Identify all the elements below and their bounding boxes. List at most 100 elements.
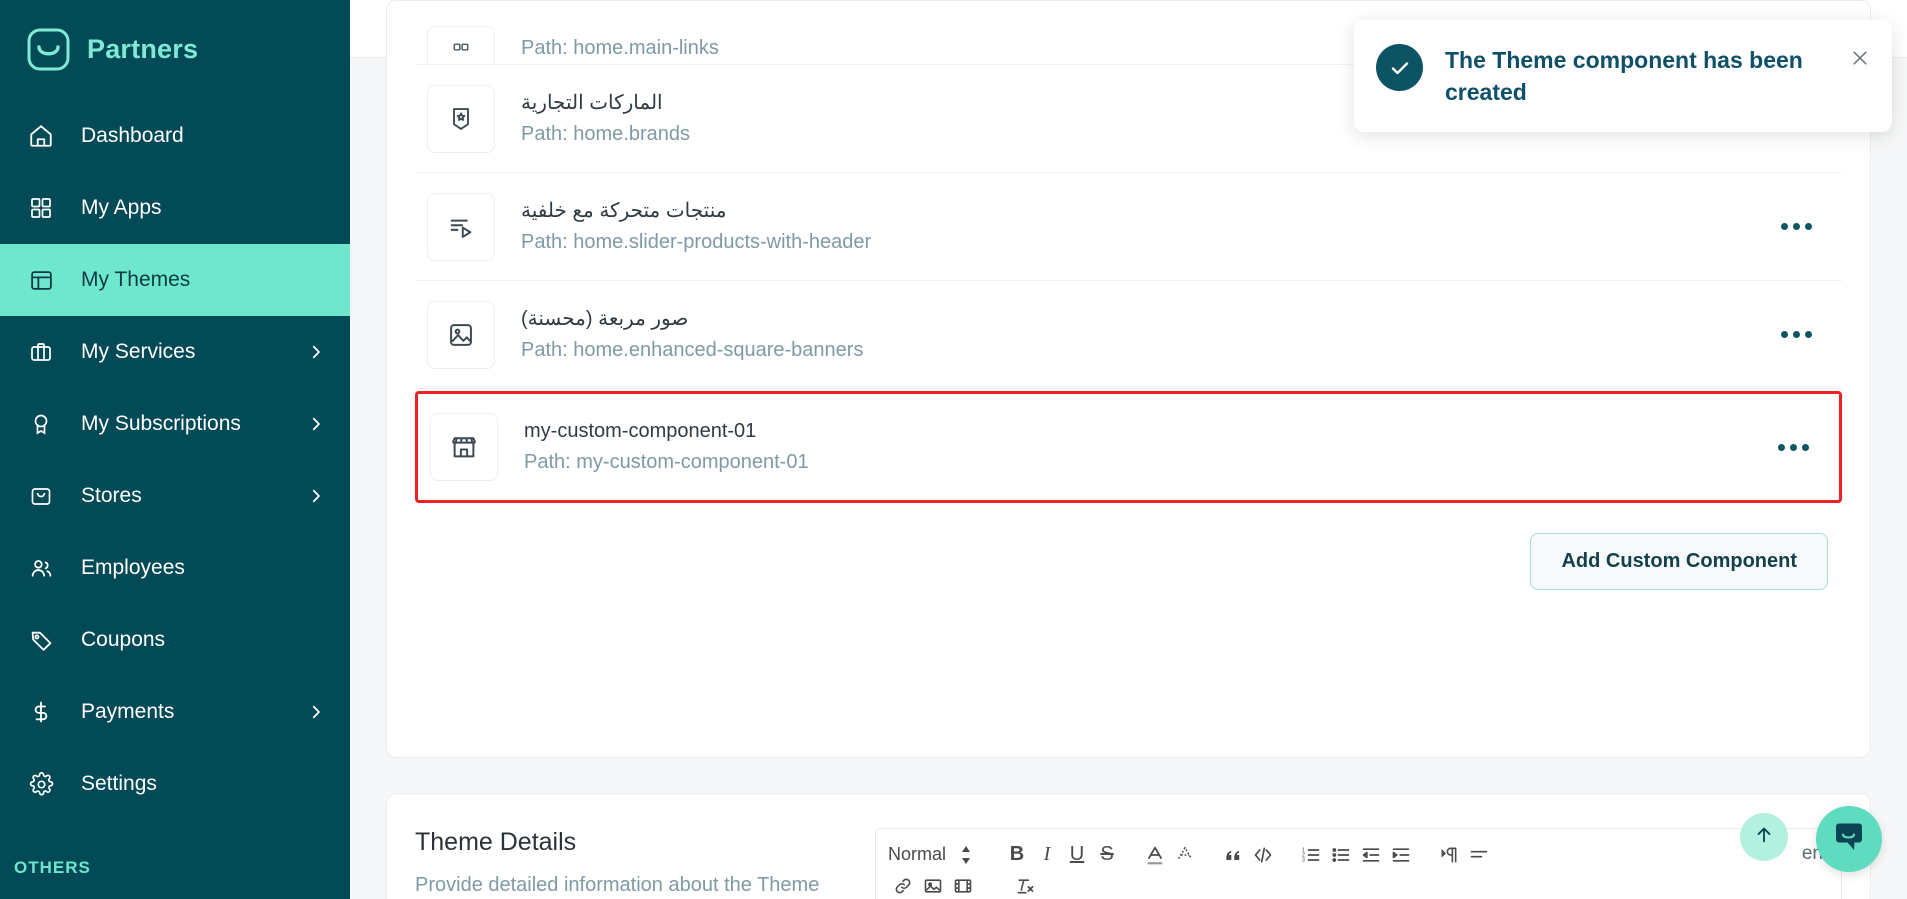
add-component-row: Add Custom Component [415, 503, 1842, 590]
italic-icon[interactable]: I [1032, 841, 1062, 869]
component-path: Path: home.enhanced-square-banners [521, 338, 864, 361]
sidebar-item-label: Coupons [81, 628, 166, 651]
sidebar-item-stores[interactable]: Stores [0, 460, 350, 532]
sidebar-item-my-themes[interactable]: My Themes [0, 244, 350, 316]
layout-icon [27, 266, 55, 294]
rich-text-editor: Normal B I U S 1 2 3 en [875, 828, 1842, 899]
sidebar-item-label: My Services [81, 340, 196, 363]
more-options-icon[interactable] [1765, 321, 1828, 348]
brand-name: Partners [87, 33, 199, 64]
main-content: Path: home.main-links الماركات التجارية … [350, 0, 1907, 899]
sidebar-item-settings[interactable]: Settings [0, 748, 350, 820]
chevron-right-icon [307, 415, 325, 433]
grid-icon [27, 194, 55, 222]
brand[interactable]: Partners [0, 0, 350, 76]
component-row[interactable]: منتجات متحركة مع خلفية Path: home.slider… [415, 173, 1842, 281]
toast-message: The Theme component has been created [1445, 47, 1803, 105]
sidebar-item-label: Dashboard [81, 124, 184, 147]
links-grid-icon [427, 26, 495, 64]
salla-smile-logo-icon [27, 28, 70, 71]
sidebar-item-label: My Subscriptions [81, 412, 241, 435]
store-bag-icon [27, 482, 55, 510]
chat-bubble-icon [1832, 820, 1866, 859]
badge-icon [27, 410, 55, 438]
bullet-list-icon[interactable] [1326, 841, 1356, 869]
gear-icon [27, 770, 55, 798]
users-icon [27, 554, 55, 582]
add-custom-component-button[interactable]: Add Custom Component [1530, 533, 1828, 590]
sidebar-item-label: Stores [81, 484, 142, 507]
bold-icon[interactable]: B [1002, 841, 1032, 869]
component-path: Path: home.slider-products-with-header [521, 230, 872, 253]
background-color-icon[interactable] [1170, 841, 1200, 869]
video-icon[interactable] [948, 872, 978, 899]
component-title: my-custom-component-01 [524, 420, 757, 442]
sidebar-item-label: My Apps [81, 196, 162, 219]
sidebar-item-my-subscriptions[interactable]: My Subscriptions [0, 388, 350, 460]
stepper-icon[interactable] [948, 841, 984, 869]
section-description: Provide detailed information about the T… [415, 874, 820, 896]
dollar-icon [27, 698, 55, 726]
component-text: منتجات متحركة مع خلفية Path: home.slider… [521, 196, 1765, 258]
sidebar-item-my-apps[interactable]: My Apps [0, 172, 350, 244]
ordered-list-icon[interactable]: 123 [1296, 841, 1326, 869]
editor-toolbar: Normal B I U S 1 2 3 en [876, 829, 1841, 899]
check-circle-icon [1376, 44, 1423, 91]
close-icon[interactable] [1840, 44, 1870, 72]
link-icon[interactable] [888, 872, 918, 899]
brand-badge-icon [427, 84, 495, 153]
sidebar-item-payments[interactable]: Payments [0, 676, 350, 748]
home-icon [27, 122, 55, 150]
format-select[interactable]: Normal [888, 841, 948, 869]
image-icon[interactable] [918, 872, 948, 899]
chevron-right-icon [307, 343, 325, 361]
sidebar-nav: Dashboard My Apps My Themes My Services … [0, 100, 350, 820]
sidebar-item-label: Settings [81, 772, 157, 795]
storefront-icon [430, 413, 498, 481]
sidebar-item-label: My Themes [81, 268, 191, 291]
strikethrough-icon[interactable]: S [1092, 841, 1122, 869]
component-path: Path: my-custom-component-01 [524, 451, 809, 473]
component-row-highlighted[interactable]: my-custom-component-01 Path: my-custom-c… [415, 391, 1842, 503]
text-direction-icon[interactable] [1434, 841, 1464, 869]
theme-details-editor-wrap: Normal B I U S 1 2 3 en [875, 828, 1842, 899]
chat-support-button[interactable] [1816, 806, 1882, 872]
more-options-icon[interactable] [1762, 434, 1825, 461]
svg-text:3: 3 [1302, 857, 1305, 863]
chevron-right-icon [307, 703, 325, 721]
sidebar: Partners Dashboard My Apps My Themes My … [0, 0, 350, 899]
editor-toolbar-row-2 [888, 870, 1829, 899]
blockquote-icon[interactable] [1218, 841, 1248, 869]
theme-details-card: Theme Details Provide detailed informati… [386, 793, 1871, 899]
code-block-icon[interactable] [1248, 841, 1278, 869]
sidebar-item-label: Employees [81, 556, 185, 579]
component-text: صور مربعة (محسنة) Path: home.enhanced-sq… [521, 304, 1765, 366]
sidebar-item-employees[interactable]: Employees [0, 532, 350, 604]
sidebar-item-my-services[interactable]: My Services [0, 316, 350, 388]
image-icon [427, 300, 495, 369]
theme-details-info: Theme Details Provide detailed informati… [415, 828, 875, 899]
section-title: Theme Details [415, 828, 577, 856]
component-text: my-custom-component-01 Path: my-custom-c… [524, 416, 1762, 478]
chevron-right-icon [307, 487, 325, 505]
component-title: منتجات متحركة مع خلفية [521, 199, 727, 222]
editor-toolbar-row-1: Normal B I U S 1 2 3 en [888, 839, 1829, 870]
component-row[interactable]: صور مربعة (محسنة) Path: home.enhanced-sq… [415, 281, 1842, 389]
align-icon[interactable] [1464, 841, 1494, 869]
more-options-icon[interactable] [1765, 213, 1828, 240]
sidebar-item-dashboard[interactable]: Dashboard [0, 100, 350, 172]
sidebar-item-coupons[interactable]: Coupons [0, 604, 350, 676]
outdent-icon[interactable] [1356, 841, 1386, 869]
underline-icon[interactable]: U [1062, 841, 1092, 869]
tag-icon [27, 626, 55, 654]
sidebar-section-others: OTHERS [14, 858, 91, 877]
indent-icon[interactable] [1386, 841, 1416, 869]
text-color-icon[interactable] [1140, 841, 1170, 869]
slider-play-icon [427, 192, 495, 261]
toast-notification: The Theme component has been created [1354, 20, 1892, 132]
arrow-up-icon [1753, 824, 1775, 851]
clear-format-icon[interactable] [1010, 872, 1040, 899]
briefcase-icon [27, 338, 55, 366]
scroll-to-top-button[interactable] [1740, 813, 1788, 861]
sidebar-item-label: Payments [81, 700, 175, 723]
